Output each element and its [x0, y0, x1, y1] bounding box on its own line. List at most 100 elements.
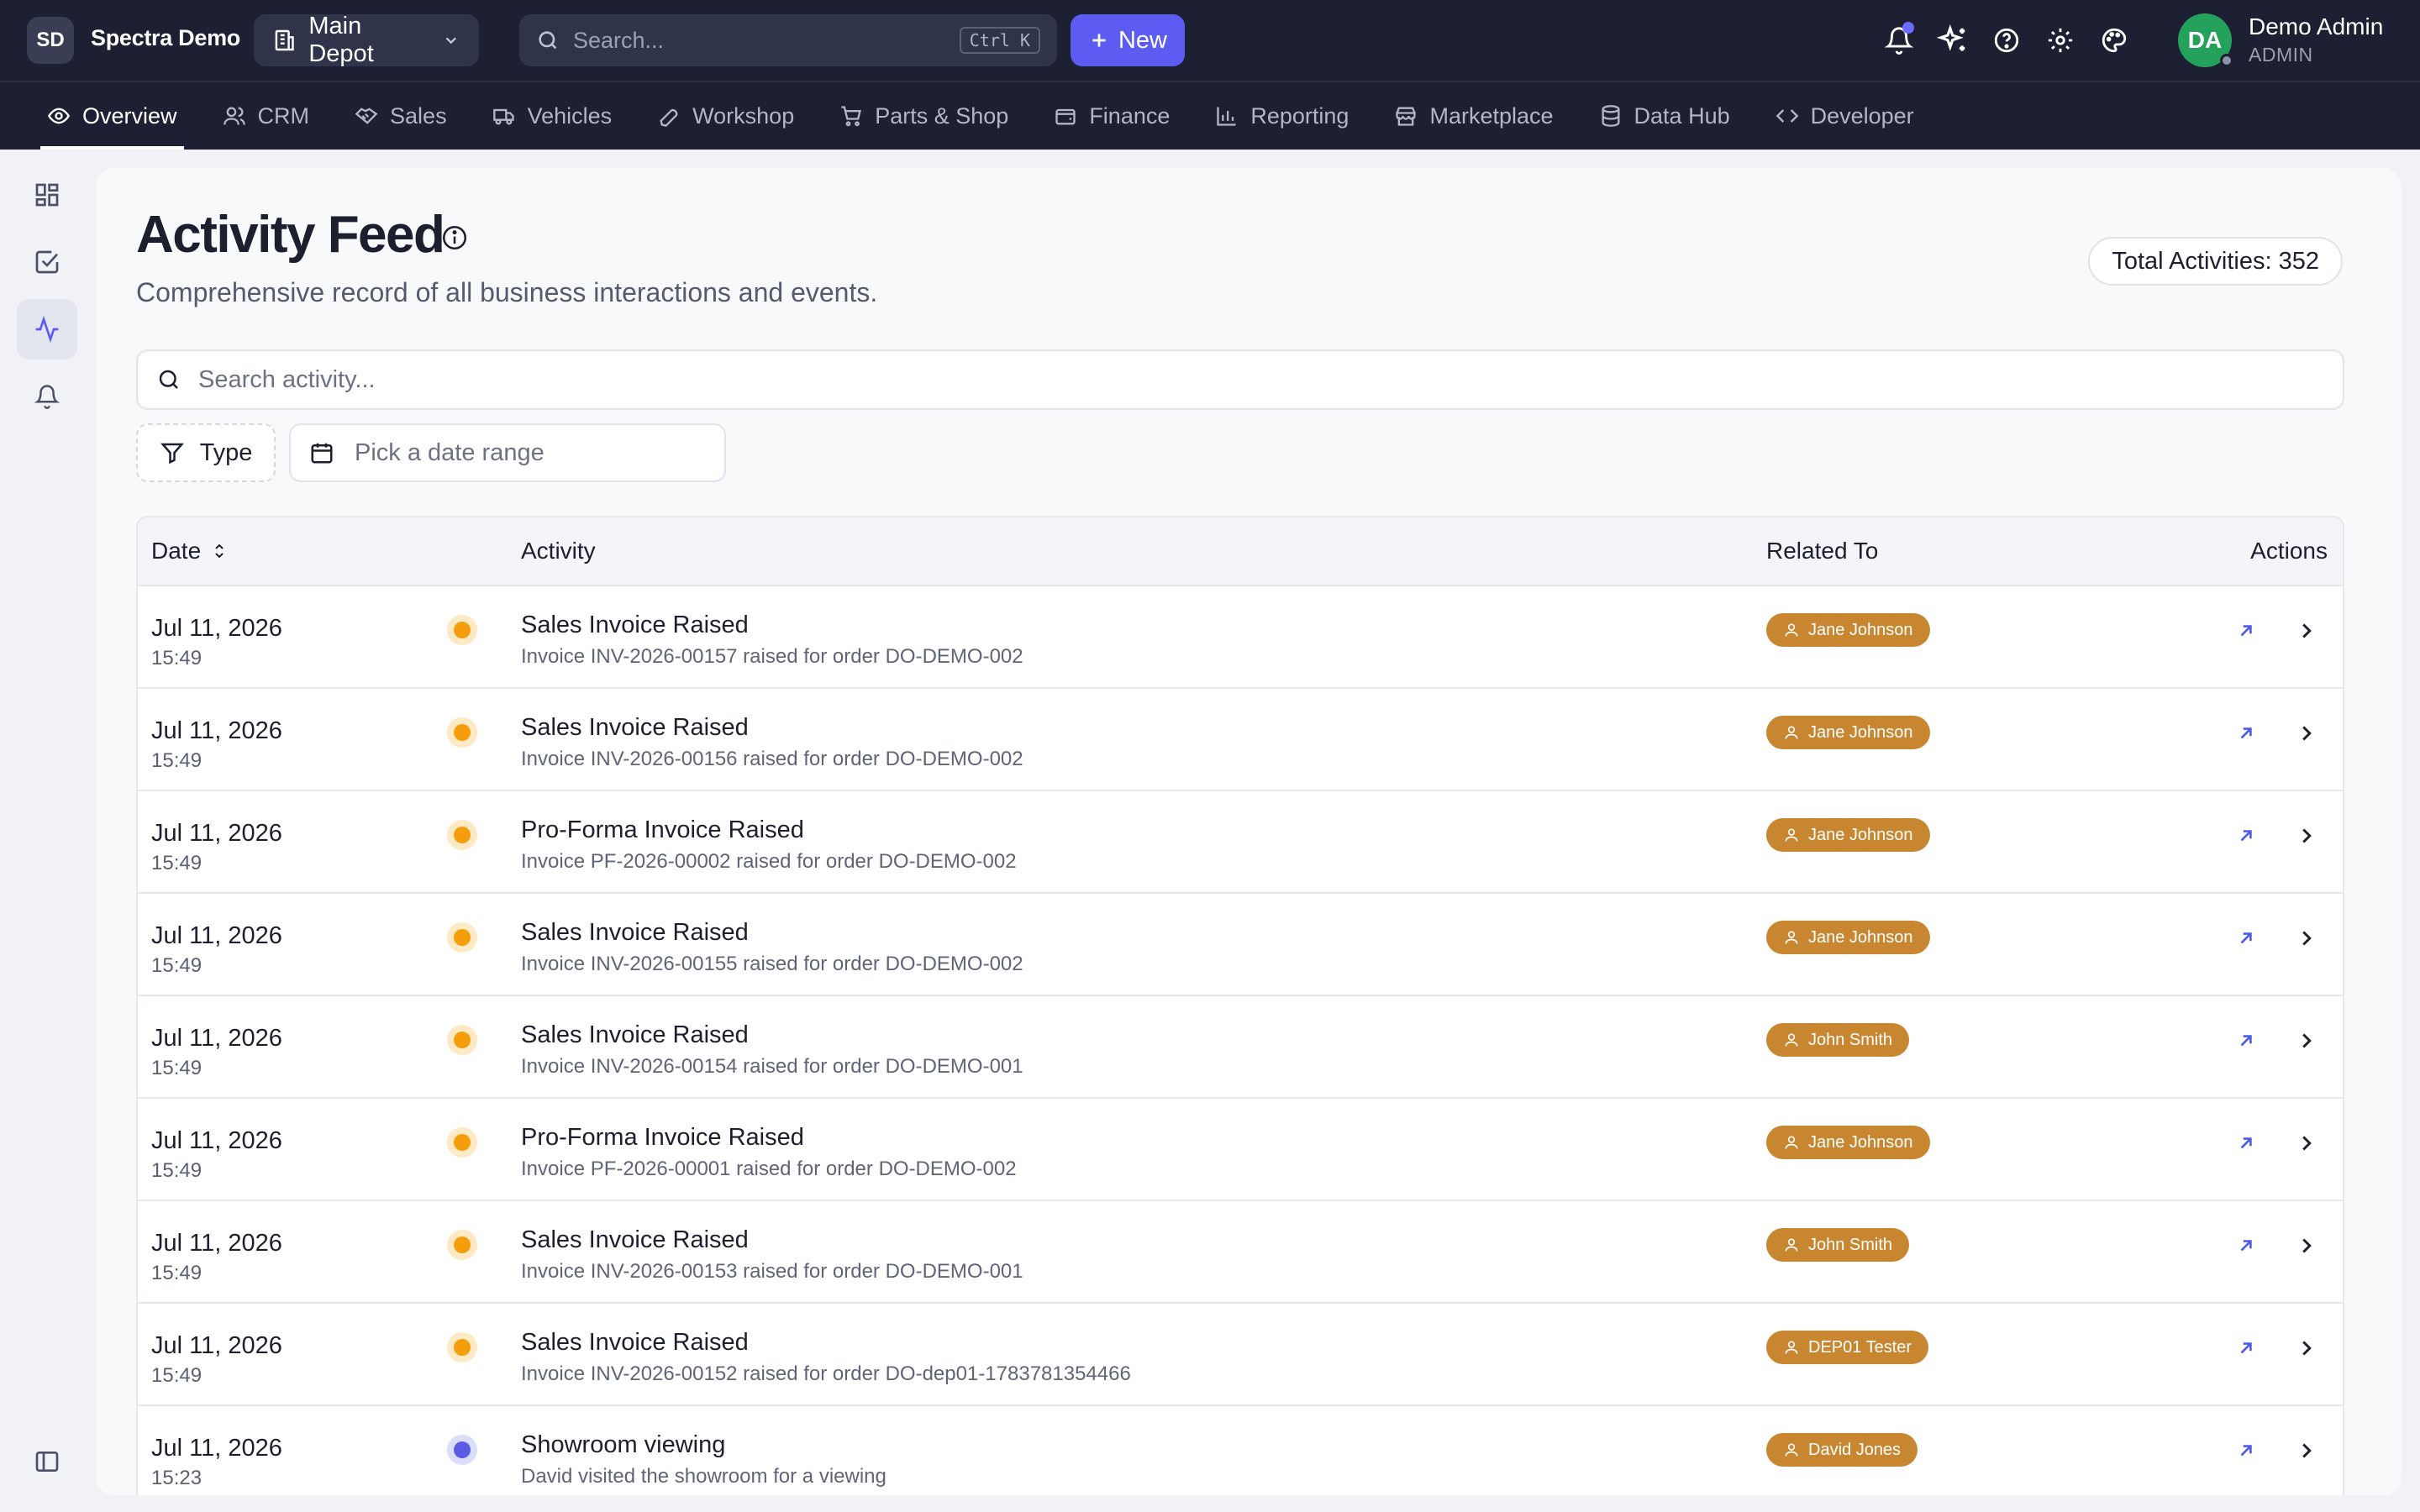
nav-developer[interactable]: Developer — [1769, 82, 1921, 150]
depot-name: Main Depot — [308, 13, 374, 67]
open-record-icon[interactable] — [2235, 1030, 2257, 1052]
table-row[interactable]: Jul 11, 2026 15:49 Sales Invoice Raised … — [138, 1302, 2343, 1404]
related-contact-badge[interactable]: Jane Johnson — [1766, 818, 1930, 852]
activity-type-indicator — [447, 922, 477, 953]
theme-button[interactable] — [2097, 22, 2131, 59]
chevron-right-icon[interactable] — [2294, 1131, 2319, 1156]
open-record-icon[interactable] — [2235, 722, 2257, 744]
nav-vehicles[interactable]: Vehicles — [486, 82, 619, 150]
user-icon — [1785, 1238, 1798, 1252]
nav-marketplace[interactable]: Marketplace — [1387, 82, 1560, 150]
panel-left-icon — [35, 1452, 59, 1472]
nav-reporting[interactable]: Reporting — [1208, 82, 1355, 150]
user-icon — [1785, 1341, 1798, 1354]
related-contact-badge[interactable]: David Jones — [1766, 1433, 1918, 1467]
checkbox-icon — [35, 250, 59, 274]
chevron-right-icon[interactable] — [2294, 618, 2319, 643]
chevron-right-icon[interactable] — [2294, 1233, 2319, 1258]
rail-notifications[interactable] — [17, 366, 77, 427]
open-record-icon[interactable] — [2235, 825, 2257, 847]
related-contact-badge[interactable]: John Smith — [1766, 1023, 1910, 1057]
nav-label: Data Hub — [1634, 102, 1730, 129]
nav-label: Finance — [1089, 102, 1171, 129]
type-filter-button[interactable]: Type — [136, 423, 276, 482]
row-date: Jul 11, 2026 — [151, 1025, 282, 1052]
brand-name[interactable]: Spectra Demo — [91, 25, 240, 51]
table-row[interactable]: Jul 11, 2026 15:49 Sales Invoice Raised … — [138, 585, 2343, 687]
column-header-label: Activity — [521, 538, 596, 564]
database-icon — [1602, 105, 1620, 127]
open-record-icon[interactable] — [2235, 1337, 2257, 1359]
nav-crm[interactable]: CRM — [216, 82, 317, 150]
nav-label: Vehicles — [527, 102, 613, 129]
notifications-button[interactable] — [1882, 22, 1916, 59]
related-contact-badge[interactable]: Jane Johnson — [1766, 716, 1930, 749]
activity-search-input[interactable]: Search activity... — [136, 349, 2344, 410]
table-row[interactable]: Jul 11, 2026 15:49 Pro-Forma Invoice Rai… — [138, 790, 2343, 892]
activity-type-indicator — [447, 1332, 477, 1362]
help-button[interactable] — [1990, 22, 2023, 59]
related-contact-name: Jane Johnson — [1808, 620, 1913, 639]
global-search-placeholder: Search... — [573, 27, 665, 53]
date-range-picker[interactable]: Pick a date range — [289, 423, 726, 482]
info-icon[interactable] — [440, 223, 469, 252]
table-header: Date Activity Related To Actions — [138, 517, 2343, 585]
column-related-to: Related To — [1766, 517, 1878, 585]
user-name[interactable]: Demo Admin — [2249, 13, 2383, 40]
table-row[interactable]: Jul 11, 2026 15:49 Sales Invoice Raised … — [138, 892, 2343, 995]
nav-parts-shop[interactable]: Parts & Shop — [833, 82, 1015, 150]
table-row[interactable]: Jul 11, 2026 15:23 Showroom viewing Davi… — [138, 1404, 2343, 1495]
rail-activity[interactable] — [17, 299, 77, 360]
search-icon — [539, 31, 557, 50]
column-date[interactable]: Date — [151, 517, 229, 585]
row-time: 15:49 — [151, 852, 203, 874]
activity-title: Sales Invoice Raised — [521, 919, 749, 946]
related-contact-badge[interactable]: DEP01 Tester — [1766, 1331, 1929, 1364]
table-row[interactable]: Jul 11, 2026 15:49 Pro-Forma Invoice Rai… — [138, 1097, 2343, 1200]
settings-button[interactable] — [2044, 22, 2077, 59]
type-filter-label: Type — [199, 438, 253, 466]
chevron-right-icon[interactable] — [2294, 1028, 2319, 1053]
nav-workshop[interactable]: Workshop — [650, 82, 801, 150]
gear-icon — [2048, 28, 2073, 53]
chevron-right-icon[interactable] — [2294, 1438, 2319, 1463]
row-date: Jul 11, 2026 — [151, 615, 282, 642]
open-record-icon[interactable] — [2235, 1440, 2257, 1462]
open-record-icon[interactable] — [2235, 1132, 2257, 1154]
open-record-icon[interactable] — [2235, 620, 2257, 642]
ai-assistant-button[interactable] — [1936, 22, 1970, 59]
depot-selector[interactable]: Main Depot — [254, 13, 479, 67]
table-row[interactable]: Jul 11, 2026 15:49 Sales Invoice Raised … — [138, 1200, 2343, 1302]
row-time: 15:49 — [151, 1262, 203, 1284]
nav-overview[interactable]: Overview — [40, 82, 184, 150]
related-contact-badge[interactable]: Jane Johnson — [1766, 921, 1930, 954]
nav-data-hub[interactable]: Data Hub — [1592, 82, 1737, 150]
table-row[interactable]: Jul 11, 2026 15:49 Sales Invoice Raised … — [138, 687, 2343, 790]
row-time: 15:23 — [151, 1467, 203, 1489]
user-icon — [1785, 1033, 1798, 1047]
activity-title: Sales Invoice Raised — [521, 612, 749, 638]
related-contact-badge[interactable]: Jane Johnson — [1766, 613, 1930, 647]
related-contact-badge[interactable]: Jane Johnson — [1766, 1126, 1930, 1159]
sidebar-toggle[interactable] — [17, 1431, 77, 1492]
brand-logo[interactable]: SD — [27, 17, 74, 64]
row-time: 15:49 — [151, 749, 203, 772]
chevron-right-icon[interactable] — [2294, 926, 2319, 951]
nav-sales[interactable]: Sales — [348, 82, 454, 150]
global-search[interactable]: Search... Ctrl K — [519, 14, 1057, 66]
related-contact-badge[interactable]: John Smith — [1766, 1228, 1910, 1262]
open-record-icon[interactable] — [2235, 1235, 2257, 1257]
table-row[interactable]: Jul 11, 2026 15:49 Sales Invoice Raised … — [138, 995, 2343, 1097]
page-title: Activity Feed — [136, 206, 445, 264]
new-button[interactable]: New — [1071, 14, 1185, 66]
nav-label: Workshop — [692, 102, 795, 129]
rail-dashboard[interactable] — [17, 165, 77, 225]
open-record-icon[interactable] — [2235, 927, 2257, 949]
chevron-right-icon[interactable] — [2294, 823, 2319, 848]
rail-tasks[interactable] — [17, 232, 77, 292]
chevron-right-icon[interactable] — [2294, 1336, 2319, 1361]
side-rail — [17, 165, 77, 433]
chevron-right-icon[interactable] — [2294, 721, 2319, 746]
activity-search-placeholder: Search activity... — [198, 365, 376, 393]
nav-finance[interactable]: Finance — [1047, 82, 1176, 150]
